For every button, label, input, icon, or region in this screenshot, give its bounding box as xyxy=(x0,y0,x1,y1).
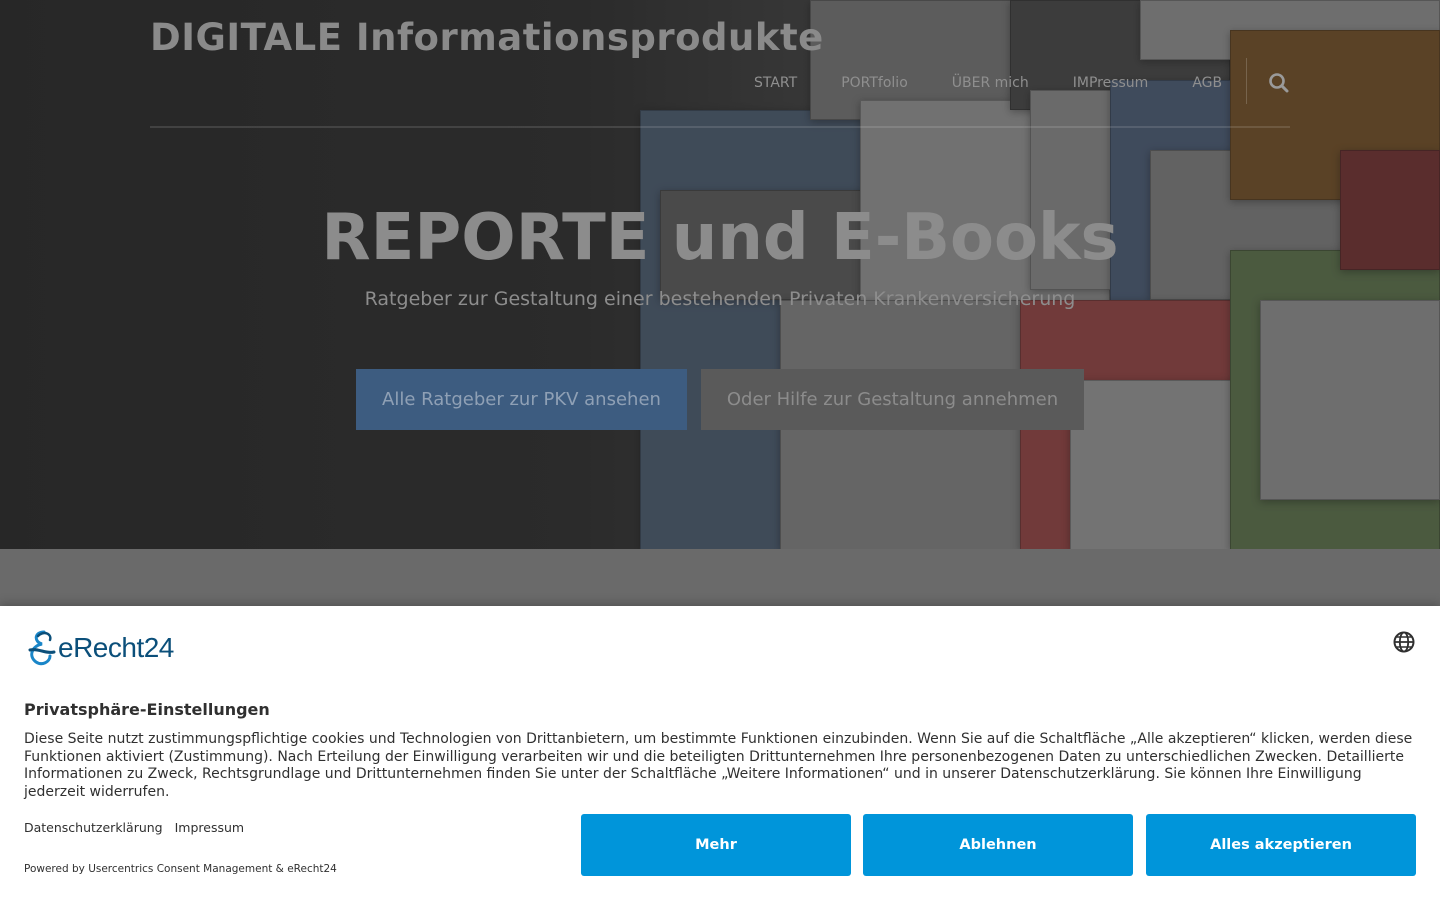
hero-title: REPORTE und E-Books xyxy=(321,201,1119,275)
view-all-guides-button[interactable]: Alle Ratgeber zur PKV ansehen xyxy=(356,369,687,430)
nav-item-start[interactable]: START xyxy=(732,66,819,100)
erecht24-logo-text: eRecht24 xyxy=(58,632,174,663)
globe-icon[interactable] xyxy=(1392,630,1416,654)
consent-links: Datenschutzerklärung Impressum xyxy=(24,820,244,835)
deny-button[interactable]: Ablehnen xyxy=(863,814,1133,876)
privacy-policy-link[interactable]: Datenschutzerklärung xyxy=(24,820,163,835)
nav-item-portfolio[interactable]: PORTfolio xyxy=(819,66,930,100)
imprint-link[interactable]: Impressum xyxy=(175,820,244,835)
site-brand[interactable]: DIGITALE Informationsprodukte xyxy=(150,16,824,59)
consent-description: Diese Seite nutzt zustimmungspflichtige … xyxy=(24,731,1413,800)
nav-item-agb[interactable]: AGB xyxy=(1170,66,1244,100)
consent-title: Privatsphäre-Einstellungen xyxy=(24,700,270,719)
hero-subtitle: Ratgeber zur Gestaltung einer bestehende… xyxy=(364,288,1076,310)
accept-all-button[interactable]: Alles akzeptieren xyxy=(1146,814,1416,876)
nav-item-impressum[interactable]: IMPressum xyxy=(1051,66,1171,100)
search-icon[interactable] xyxy=(1266,70,1292,96)
erecht24-logo: eRecht24 xyxy=(24,628,174,668)
more-button[interactable]: Mehr xyxy=(581,814,851,876)
nav-item-ueber-mich[interactable]: ÜBER mich xyxy=(930,66,1051,100)
header-divider xyxy=(150,126,1290,128)
powered-by-text: Powered by Usercentrics Consent Manageme… xyxy=(24,863,337,875)
erecht24-logo-mark xyxy=(28,630,56,666)
main-nav: START PORTfolio ÜBER mich IMPressum AGB xyxy=(732,62,1244,104)
nav-divider xyxy=(1246,58,1247,104)
hero-section: DIGITALE Informationsprodukte START PORT… xyxy=(0,0,1440,549)
get-help-button[interactable]: Oder Hilfe zur Gestaltung annehmen xyxy=(701,369,1084,430)
